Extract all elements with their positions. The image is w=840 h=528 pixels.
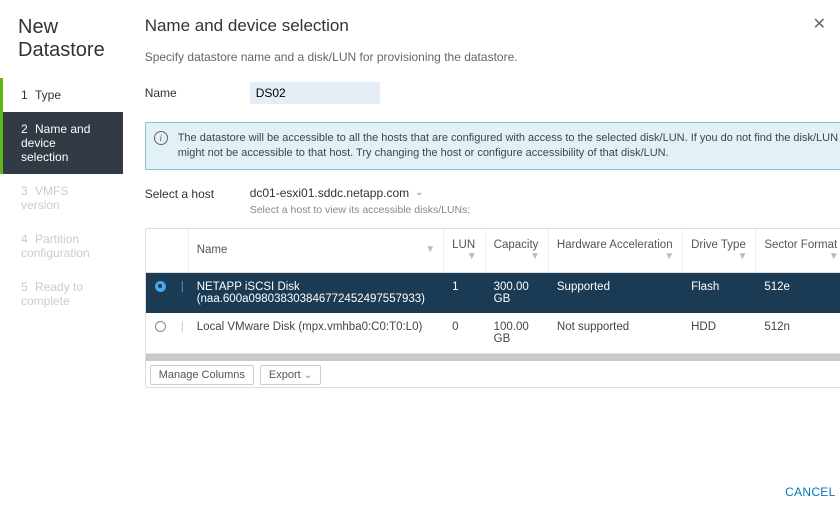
wizard-footer: CANCEL BACK NEXT <box>145 466 840 520</box>
cancel-button[interactable]: CANCEL <box>777 478 840 506</box>
wizard-step-name-device[interactable]: 2Name and device selection <box>0 112 123 174</box>
select-host-label: Select a host <box>145 184 250 201</box>
cell-hw: Supported <box>548 272 682 313</box>
export-button[interactable]: Export ⌄ <box>260 365 321 385</box>
new-datastore-dialog: ✕ New Datastore 1Type 2Name and device s… <box>0 0 840 528</box>
select-host-row: Select a host dc01-esxi01.sddc.netapp.co… <box>145 184 840 216</box>
col-drive-type[interactable]: Drive Type▼ <box>683 229 756 273</box>
dialog-title: New Datastore <box>0 16 123 78</box>
table-row[interactable]: | Local VMware Disk (mpx.vmhba0:C0:T0:L0… <box>146 313 840 353</box>
cell-lun: 1 <box>444 272 486 313</box>
cell-lun: 0 <box>444 313 486 353</box>
wizard-steps: 1Type 2Name and device selection 3VMFS v… <box>0 78 123 318</box>
name-field-row: Name <box>145 82 840 104</box>
disk-table: Name▼ LUN▼ Capacity▼ Hardware Accelerati… <box>145 228 840 388</box>
host-hint: Select a host to view its accessible dis… <box>250 204 471 216</box>
horizontal-scrollbar[interactable] <box>146 353 840 361</box>
filter-icon[interactable]: ▼ <box>664 251 674 262</box>
wizard-step-ready: 5Ready to complete <box>0 270 123 318</box>
row-radio[interactable] <box>155 281 166 292</box>
datastore-name-input[interactable] <box>250 82 380 104</box>
info-icon: i <box>154 131 168 145</box>
col-name[interactable]: Name▼ <box>188 229 443 273</box>
info-banner: i The datastore will be accessible to al… <box>145 122 840 170</box>
page-subtitle: Specify datastore name and a disk/LUN fo… <box>145 50 840 64</box>
table-footer: Manage Columns Export ⌄ 2 items <box>146 361 840 387</box>
chevron-down-icon: ⌄ <box>304 370 312 381</box>
page-title: Name and device selection <box>145 16 840 36</box>
table-header-row: Name▼ LUN▼ Capacity▼ Hardware Accelerati… <box>146 229 840 273</box>
cell-sector: 512e <box>756 272 840 313</box>
table-row[interactable]: | NETAPP iSCSI Disk (naa.600a09803830384… <box>146 272 840 313</box>
col-capacity[interactable]: Capacity▼ <box>485 229 548 273</box>
manage-columns-button[interactable]: Manage Columns <box>150 365 254 385</box>
host-dropdown[interactable]: dc01-esxi01.sddc.netapp.com ⌄ <box>250 184 471 202</box>
filter-icon[interactable]: ▼ <box>737 251 747 262</box>
filter-icon[interactable]: ▼ <box>425 244 435 255</box>
col-lun[interactable]: LUN▼ <box>444 229 486 273</box>
wizard-step-partition: 4Partition configuration <box>0 222 123 270</box>
info-text: The datastore will be accessible to all … <box>178 132 840 159</box>
row-radio[interactable] <box>155 321 166 332</box>
wizard-sidebar: New Datastore 1Type 2Name and device sel… <box>0 0 123 528</box>
cell-name: Local VMware Disk (mpx.vmhba0:C0:T0:L0) <box>188 313 443 353</box>
cell-drive: HDD <box>683 313 756 353</box>
wizard-step-vmfs-version: 3VMFS version <box>0 174 123 222</box>
col-hw-accel[interactable]: Hardware Acceleration▼ <box>548 229 682 273</box>
cell-hw: Not supported <box>548 313 682 353</box>
wizard-step-type[interactable]: 1Type <box>0 78 123 112</box>
cell-capacity: 100.00 GB <box>485 313 548 353</box>
filter-icon[interactable]: ▼ <box>467 251 477 262</box>
cell-name: NETAPP iSCSI Disk (naa.600a0980383038467… <box>188 272 443 313</box>
filter-icon[interactable]: ▼ <box>829 251 839 262</box>
cell-drive: Flash <box>683 272 756 313</box>
cell-capacity: 300.00 GB <box>485 272 548 313</box>
chevron-down-icon: ⌄ <box>415 187 423 198</box>
disk-table-scroll[interactable]: Name▼ LUN▼ Capacity▼ Hardware Accelerati… <box>146 229 840 353</box>
cell-sector: 512n <box>756 313 840 353</box>
wizard-content: Name and device selection Specify datast… <box>123 0 840 528</box>
host-selected-value: dc01-esxi01.sddc.netapp.com <box>250 186 409 200</box>
filter-icon[interactable]: ▼ <box>530 251 540 262</box>
name-label: Name <box>145 86 250 100</box>
close-icon[interactable]: ✕ <box>813 14 826 34</box>
col-sector-format[interactable]: Sector Format▼ <box>756 229 840 273</box>
